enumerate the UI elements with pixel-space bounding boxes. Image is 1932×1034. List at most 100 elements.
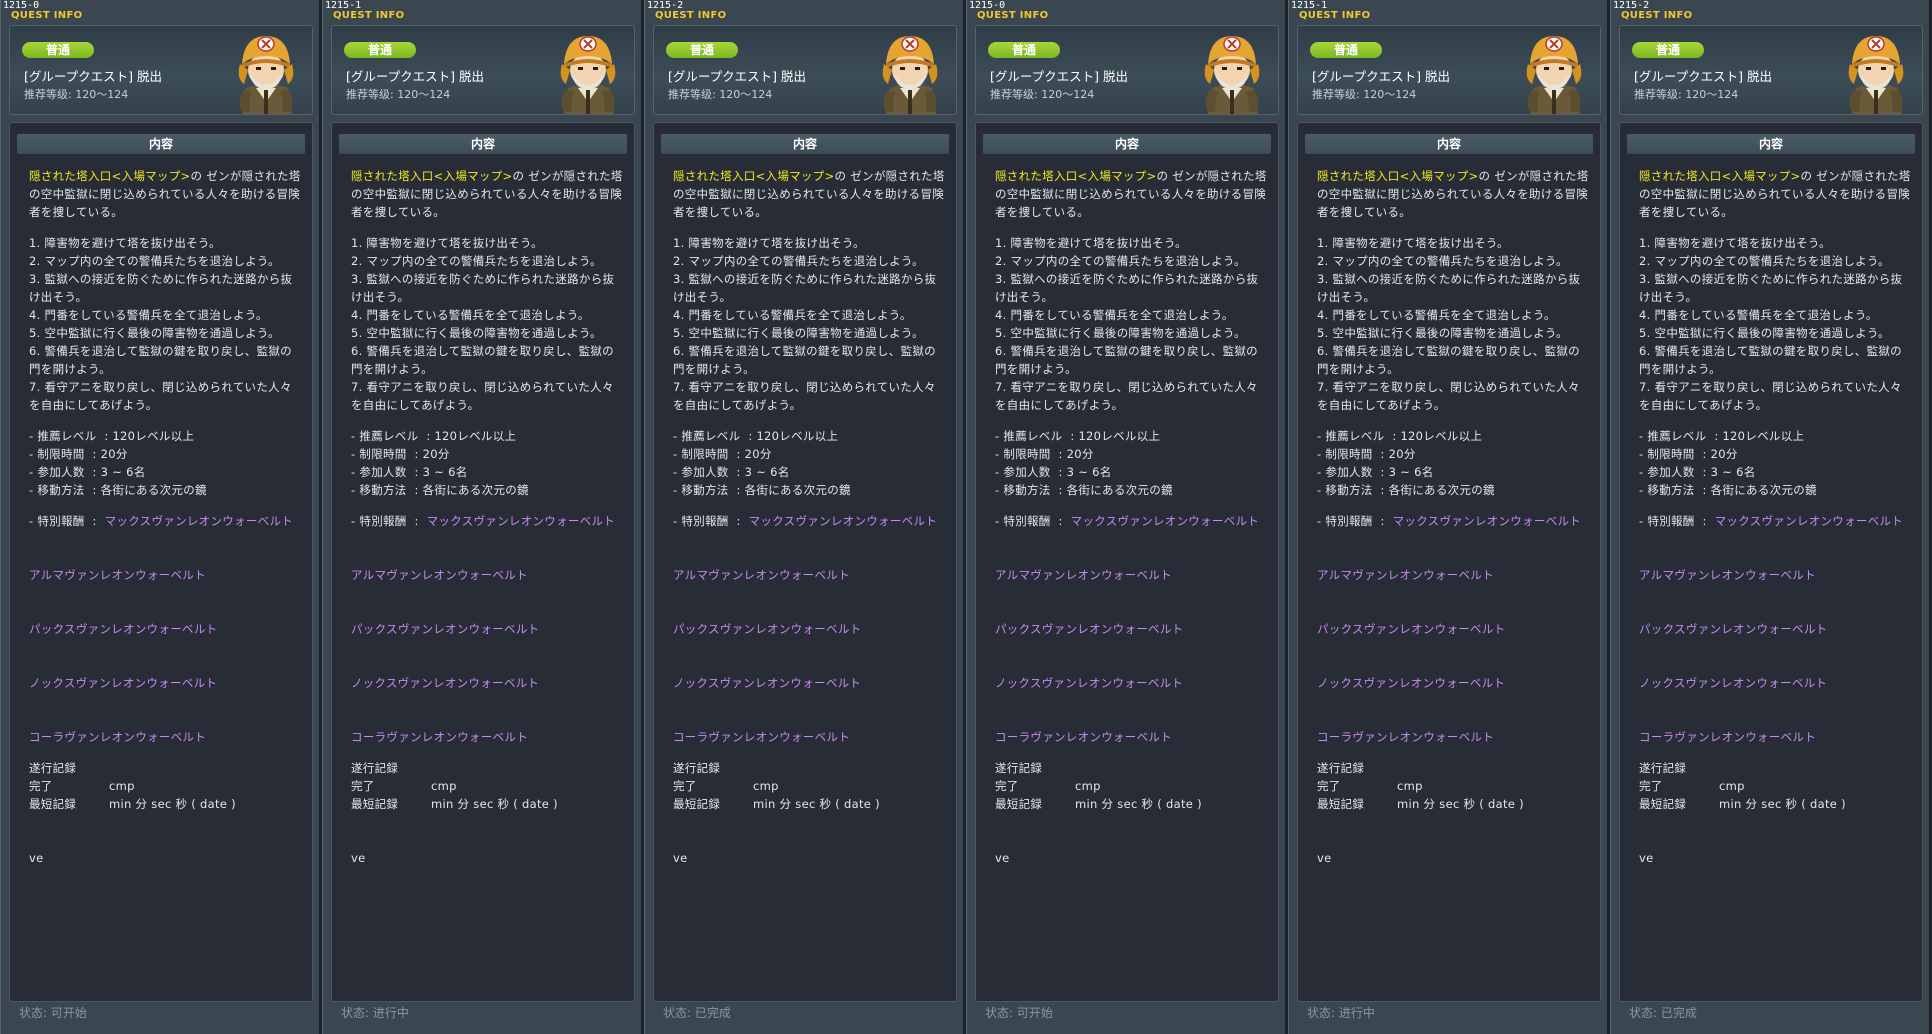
reward-item[interactable]: ノックスヴァンレオンウォーベルト <box>673 674 947 692</box>
reward-item[interactable]: コーラヴァンレオンウォーベルト <box>995 728 1269 746</box>
reward-item[interactable]: アルマヴァンレオンウォーベルト <box>995 566 1269 584</box>
npc-portrait-icon <box>560 36 616 114</box>
info-party: - 参加人数 : 3 ~ 6名 <box>351 465 468 479</box>
reward-item[interactable]: マックスヴァンレオンウォーベルト <box>749 514 937 528</box>
step-item: 7. 看守アニを取り戻し、閉じ込められていた人々を自由にしてあげよう。 <box>29 380 292 412</box>
reward-item[interactable]: アルマヴァンレオンウォーベルト <box>1317 566 1591 584</box>
step-item: 6. 警備兵を退治して監獄の鍵を取り戻し、監獄の門を開けよう。 <box>995 344 1258 376</box>
step-item: 2. マップ内の全ての警備兵たちを退治しよう。 <box>29 254 280 268</box>
content-header: 内容 <box>983 134 1271 154</box>
quest-content: 内容 隠された塔入口<入場マップ>の ゼンが隠された塔の空中監獄に閉じ込められて… <box>653 122 957 1002</box>
info-list: - 推薦レベル : 120レベル以上 - 制限時間 : 20分 - 参加人数 :… <box>1639 427 1913 499</box>
info-move: - 移動方法 : 各街にある次元の鏡 <box>1639 483 1817 497</box>
record-title: 遂行記録 <box>29 761 77 775</box>
record-best-label: 最短記録 <box>351 797 399 811</box>
step-item: 1. 障害物を避けて塔を抜け出そう。 <box>29 236 221 250</box>
info-time: - 制限時間 : 20分 <box>351 447 450 461</box>
quest-info-window: 1215-1 QUEST INFO 普通 [グループクエスト] 脱出 推荐等级:… <box>1288 0 1608 1034</box>
step-item: 6. 警備兵を退治して監獄の鍵を取り戻し、監獄の門を開けよう。 <box>1639 344 1902 376</box>
info-level: - 推薦レベル : 120レベル以上 <box>673 429 839 443</box>
info-party: - 参加人数 : 3 ~ 6名 <box>1317 465 1434 479</box>
reward-item[interactable]: ノックスヴァンレオンウォーベルト <box>29 674 303 692</box>
quest-status: 状态: 可开始 <box>19 1006 87 1020</box>
step-item: 7. 看守アニを取り戻し、閉じ込められていた人々を自由にしてあげよう。 <box>1639 380 1902 412</box>
entry-map-link[interactable]: 隠された塔入口<入場マップ> <box>29 169 190 183</box>
record-complete-label: 完了 <box>29 779 53 793</box>
reward-item[interactable]: パックスヴァンレオンウォーベルト <box>1639 620 1913 638</box>
step-item: 5. 空中監獄に行く最後の障害物を通過しよう。 <box>351 326 602 340</box>
panel-title: QUEST INFO <box>11 10 83 21</box>
quest-description: 隠された塔入口<入場マップ>の ゼンが隠された塔の空中監獄に閉じ込められている人… <box>29 167 303 867</box>
quest-status: 状态: 已完成 <box>663 1006 731 1020</box>
reward-item[interactable]: コーラヴァンレオンウォーベルト <box>1639 728 1913 746</box>
quest-name: [グループクエスト] 脱出 <box>24 69 162 84</box>
entry-map-link[interactable]: 隠された塔入口<入場マップ> <box>673 169 834 183</box>
reward-item[interactable]: コーラヴァンレオンウォーベルト <box>1317 728 1591 746</box>
reward-item[interactable]: アルマヴァンレオンウォーベルト <box>351 566 625 584</box>
record-best: 最短記録 min 分 sec 秒 ( date ) <box>29 795 303 813</box>
reward-item[interactable]: パックスヴァンレオンウォーベルト <box>29 620 303 638</box>
reward-item[interactable]: パックスヴァンレオンウォーベルト <box>673 620 947 638</box>
reward-item[interactable]: ノックスヴァンレオンウォーベルト <box>995 674 1269 692</box>
record-title: 遂行記録 <box>351 761 399 775</box>
step-item: 4. 門番をしている警備兵を全て退治しよう。 <box>351 308 590 322</box>
reward-item[interactable]: アルマヴァンレオンウォーベルト <box>1639 566 1913 584</box>
npc-portrait-icon <box>238 36 294 114</box>
reward-item[interactable]: コーラヴァンレオンウォーベルト <box>29 728 303 746</box>
reward-item[interactable]: コーラヴァンレオンウォーベルト <box>351 728 625 746</box>
intro-paragraph: 隠された塔入口<入場マップ>の ゼンが隠された塔の空中監獄に閉じ込められている人… <box>29 167 303 221</box>
reward-item[interactable]: ノックスヴァンレオンウォーベルト <box>1317 674 1591 692</box>
content-header: 内容 <box>339 134 627 154</box>
quest-content: 内容 隠された塔入口<入場マップ>の ゼンが隠された塔の空中監獄に閉じ込められて… <box>1619 122 1923 1002</box>
reward-item[interactable]: ノックスヴァンレオンウォーベルト <box>1639 674 1913 692</box>
quest-status: 状态: 进行中 <box>341 1006 409 1020</box>
reward-item[interactable]: ノックスヴァンレオンウォーベルト <box>351 674 625 692</box>
reward-item[interactable]: アルマヴァンレオンウォーベルト <box>673 566 947 584</box>
record-complete-value: cmp <box>1075 779 1101 793</box>
reward-item[interactable]: マックスヴァンレオンウォーベルト <box>427 514 615 528</box>
step-item: 5. 空中監獄に行く最後の障害物を通過しよう。 <box>1317 326 1568 340</box>
entry-map-link[interactable]: 隠された塔入口<入場マップ> <box>351 169 512 183</box>
info-party: - 参加人数 : 3 ~ 6名 <box>1639 465 1756 479</box>
special-reward: - 特別報酬 : マックスヴァンレオンウォーベルト <box>29 512 303 530</box>
record-title: 遂行記録 <box>673 761 721 775</box>
footer-code: ve <box>29 851 44 865</box>
record-best-value: min 分 sec 秒 ( date ) <box>1719 797 1846 811</box>
entry-map-link[interactable]: 隠された塔入口<入場マップ> <box>1639 169 1800 183</box>
content-header: 内容 <box>17 134 305 154</box>
special-reward-label: - 特別報酬 : <box>1639 514 1715 528</box>
record-best-label: 最短記録 <box>29 797 77 811</box>
special-reward: - 特別報酬 : マックスヴァンレオンウォーベルト <box>1639 512 1913 530</box>
record-best-value: min 分 sec 秒 ( date ) <box>109 797 236 811</box>
record-complete: 完了 cmp <box>29 777 303 795</box>
footer-code: ve <box>1317 851 1332 865</box>
special-reward: - 特別報酬 : マックスヴァンレオンウォーベルト <box>673 512 947 530</box>
entry-map-link[interactable]: 隠された塔入口<入場マップ> <box>1317 169 1478 183</box>
reward-item[interactable]: マックスヴァンレオンウォーベルト <box>105 514 293 528</box>
reward-item[interactable]: アルマヴァンレオンウォーベルト <box>29 566 303 584</box>
reward-item[interactable]: パックスヴァンレオンウォーベルト <box>995 620 1269 638</box>
step-list: 1. 障害物を避けて塔を抜け出そう。 2. マップ内の全ての警備兵たちを退治しよ… <box>1317 234 1591 414</box>
record-complete-label: 完了 <box>673 779 697 793</box>
footer-code: ve <box>1639 851 1654 865</box>
step-item: 3. 監獄への接近を防ぐために作られた迷路から抜け出そう。 <box>673 272 937 304</box>
reward-item[interactable]: パックスヴァンレオンウォーベルト <box>351 620 625 638</box>
quest-level: 推荐等级: 120～124 <box>1634 88 1739 101</box>
panel-title: QUEST INFO <box>1621 10 1693 21</box>
record-complete: 完了 cmp <box>1317 777 1591 795</box>
reward-item[interactable]: マックスヴァンレオンウォーベルト <box>1071 514 1259 528</box>
step-item: 2. マップ内の全ての警備兵たちを退治しよう。 <box>1317 254 1568 268</box>
reward-item[interactable]: マックスヴァンレオンウォーベルト <box>1715 514 1903 528</box>
reward-item[interactable]: マックスヴァンレオンウォーベルト <box>1393 514 1581 528</box>
reward-item[interactable]: コーラヴァンレオンウォーベルト <box>673 728 947 746</box>
record-complete: 完了 cmp <box>673 777 947 795</box>
quest-info-window: 1215-0 QUEST INFO 普通 [グループクエスト] 脱出 推荐等级:… <box>966 0 1286 1034</box>
quest-level: 推荐等级: 120～124 <box>668 88 773 101</box>
entry-map-link[interactable]: 隠された塔入口<入場マップ> <box>995 169 1156 183</box>
info-move: - 移動方法 : 各街にある次元の鏡 <box>673 483 851 497</box>
quest-content: 内容 隠された塔入口<入場マップ>の ゼンが隠された塔の空中監獄に閉じ込められて… <box>1297 122 1601 1002</box>
reward-item[interactable]: パックスヴァンレオンウォーベルト <box>1317 620 1591 638</box>
step-item: 4. 門番をしている警備兵を全て退治しよう。 <box>995 308 1234 322</box>
step-item: 6. 警備兵を退治して監獄の鍵を取り戻し、監獄の門を開けよう。 <box>1317 344 1580 376</box>
intro-paragraph: 隠された塔入口<入場マップ>の ゼンが隠された塔の空中監獄に閉じ込められている人… <box>1317 167 1591 221</box>
